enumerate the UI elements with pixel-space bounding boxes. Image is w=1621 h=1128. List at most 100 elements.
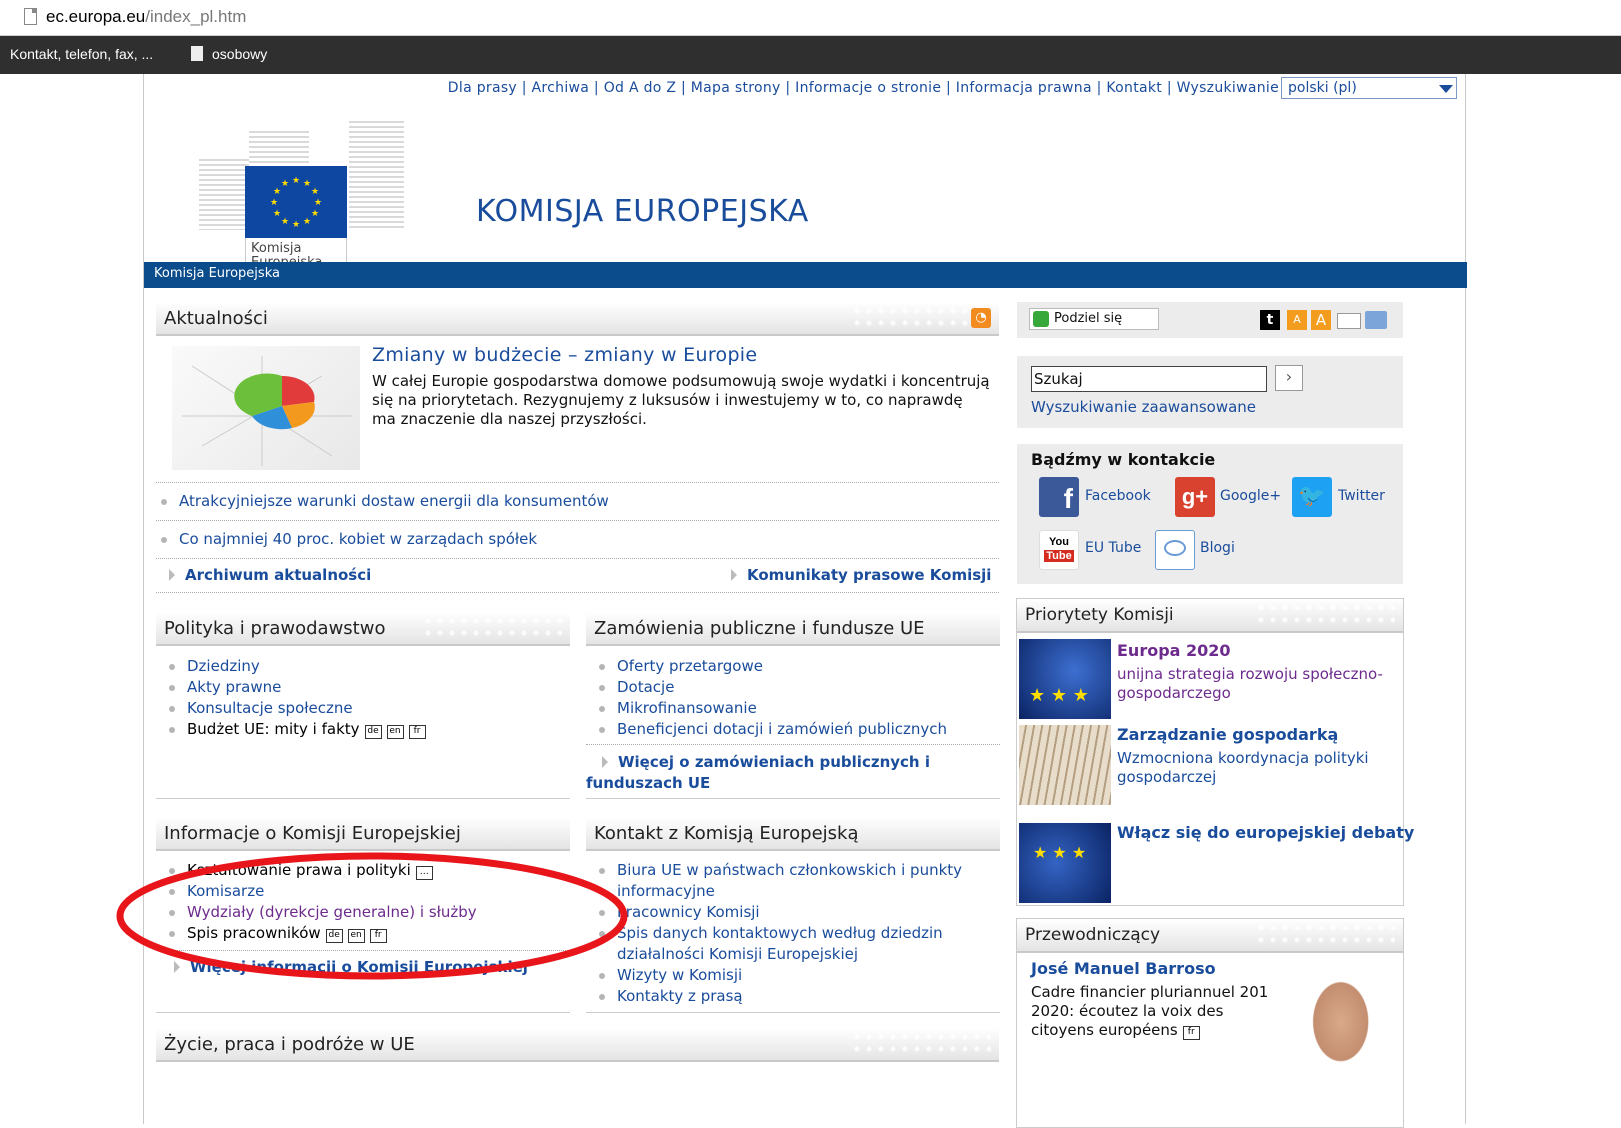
svg-text:★: ★ [273,209,281,219]
policy-item-consultations[interactable]: Konsultacje społeczne [164,698,564,719]
lang-fr-link[interactable]: fr [1182,1026,1200,1040]
site-title: KOMISJA EUROPEJSKA [476,194,809,229]
svg-text:★: ★ [292,220,300,230]
text-larger-icon[interactable]: A [1311,310,1331,330]
priority-image-economy[interactable] [1019,725,1111,805]
address-bar[interactable]: ec.europa.eu/index_pl.htm [0,0,1621,36]
contact-item-staff[interactable]: Pracownicy Komisji [594,902,994,923]
press-releases-link[interactable]: Komunikaty prasowe Komisji [731,566,991,584]
eu-tube-link[interactable]: EU Tube [1085,540,1141,556]
policy-item-legal-acts[interactable]: Akty prawne [164,677,564,698]
facebook-link[interactable]: Facebook [1085,488,1151,504]
email-icon[interactable] [1337,313,1361,329]
page-icon [24,8,37,25]
contact-item-offices[interactable]: Biura UE w państwach członkowskich i pun… [594,860,994,902]
priority-title[interactable]: Europa 2020 [1117,641,1231,660]
procurement-more-link[interactable]: Więcej o zamówieniach publicznych i fundu… [586,752,992,794]
chevron-down-icon [1439,85,1453,93]
contact-heading: Kontakt z Komisją Europejską [586,817,1000,851]
priority-title[interactable]: Zarządzanie gospodarką [1117,725,1338,744]
url-text[interactable]: ec.europa.eu/index_pl.htm [46,7,246,27]
google-plus-icon[interactable]: g+ [1175,477,1215,517]
nav-link-contact[interactable]: Kontakt [1106,80,1162,96]
contact-us-heading: Bądźmy w kontakcie [1031,450,1216,469]
svg-text:★: ★ [314,198,322,208]
pie-chart-image [182,356,352,466]
contact-item-press[interactable]: Kontakty z prasą [594,986,994,1007]
svg-text:★: ★ [303,217,311,227]
top-navigation: Dla prasy | Archiwa | Od A do Z | Mapa s… [144,74,1467,104]
feature-title[interactable]: Zmiany w budżecie – zmiany w Europie [372,344,757,366]
procurement-item-beneficiaries[interactable]: Beneficjenci dotacji i zamówień publiczn… [594,719,994,740]
priority-title[interactable]: Włącz się do europejskiej debaty [1117,823,1414,842]
procurement-item-microfinance[interactable]: Mikrofinansowanie [594,698,994,719]
nav-link-press[interactable]: Dla prasy [448,80,517,96]
procurement-heading: Zamówienia publiczne i fundusze UE [586,612,1000,646]
nav-link-a-to-z[interactable]: Od A do Z [604,80,677,96]
eu-stars-icon: ★ ★★★★★★★★★★★ [270,176,322,230]
svg-text:★: ★ [281,179,289,189]
procurement-item-grants[interactable]: Dotacje [594,677,994,698]
svg-text:★: ★ [273,187,281,197]
president-box: Przewodniczący José Manuel Barroso Cadre… [1016,918,1404,1128]
svg-text:★: ★ [311,209,319,219]
lang-fr-link[interactable]: fr [408,725,426,739]
priority-image-debate[interactable]: ★ ★ ★ [1019,823,1111,903]
tumblr-icon[interactable]: t [1260,310,1280,330]
share-button[interactable]: Podziel się [1029,308,1159,330]
news-archive-link[interactable]: Archiwum aktualności [169,566,371,584]
policy-item-fields[interactable]: Dziedziny [164,656,564,677]
search-box: Szukaj › Wyszukiwanie zaawansowane [1017,356,1403,428]
svg-text:★: ★ [281,217,289,227]
svg-text:★: ★ [303,179,311,189]
policy-heading: Polityka i prawodawstwo [156,612,570,646]
blogs-link[interactable]: Blogi [1200,540,1235,556]
nav-link-search[interactable]: Wyszukiwanie [1177,80,1279,96]
print-icon[interactable] [1365,311,1387,329]
news-item[interactable]: Atrakcyjniejsze warunki dostaw energii d… [156,491,999,512]
priority-text[interactable]: Wzmocniona koordynacja polityki gospodar… [1117,749,1397,787]
advanced-search-link[interactable]: Wyszukiwanie zaawansowane [1031,398,1256,416]
priority-image-europe2020[interactable]: ★ ★ ★ [1019,639,1111,719]
search-input[interactable]: Szukaj [1031,366,1267,392]
nav-link-archives[interactable]: Archiwa [532,80,590,96]
feature-image[interactable] [172,346,360,470]
svg-text:★: ★ [311,187,319,197]
feature-text: W całej Europie gospodarstwa domowe pods… [372,372,990,428]
contact-item-visits[interactable]: Wizyty w Komisji [594,965,994,986]
news-item[interactable]: Co najmniej 40 proc. kobiet w zarządach … [156,529,999,550]
search-submit-button[interactable]: › [1275,365,1303,391]
twitter-icon[interactable]: 🐦 [1292,477,1332,517]
bookmark-contact[interactable]: Kontakt, telefon, fax, ... [10,46,153,62]
language-select-value: polski (pl) [1288,80,1357,96]
priorities-box: Priorytety Komisji ★ ★ ★ Europa 2020 uni… [1016,598,1414,906]
policy-item-budget[interactable]: Budżet UE: mity i fakty de en fr [164,719,564,740]
contact-item-directory[interactable]: Spis danych kontaktowych według dziedzin… [594,923,994,965]
google-plus-link[interactable]: Google+ [1220,488,1281,504]
language-select[interactable]: polski (pl) [1281,77,1457,99]
rss-icon[interactable]: ◔ [971,308,991,328]
president-name[interactable]: José Manuel Barroso [1031,959,1216,978]
eu-flag-logo[interactable]: ★ ★ ★ ★ ★ ★ ★ ★ ★ ★ ★ ★ [245,166,347,238]
president-photo[interactable] [1267,965,1401,1127]
president-text[interactable]: Cadre financier pluriannuel 2014-2020: é… [1031,983,1291,1040]
priority-text[interactable]: unijna strategia rozwoju społeczno-gospo… [1117,665,1397,703]
breadcrumb[interactable]: Komisja Europejska [144,262,1467,288]
lang-en-link[interactable]: en [386,725,404,739]
text-smaller-icon[interactable]: A [1287,310,1307,330]
svg-text:★: ★ [270,198,278,208]
youtube-icon[interactable]: You Tube [1039,530,1079,570]
nav-link-sitemap[interactable]: Mapa strony [691,80,781,96]
bookmark-osobowy[interactable]: osobowy [212,46,267,62]
blog-icon[interactable] [1155,530,1195,570]
contact-us-box: Bądźmy w kontakcie f Facebook g+ Google+… [1017,444,1403,584]
lang-de-link[interactable]: de [364,725,382,739]
president-heading: Przewodniczący [1017,919,1403,953]
facebook-icon[interactable]: f [1039,477,1079,517]
nav-link-about-site[interactable]: Informacje o stronie [795,80,941,96]
page-icon [191,46,203,61]
twitter-link[interactable]: Twitter [1338,488,1385,504]
nav-link-legal-notice[interactable]: Informacja prawna [956,80,1092,96]
bookmarks-bar: Kontakt, telefon, fax, ... osobowy [0,36,1621,74]
procurement-item-tenders[interactable]: Oferty przetargowe [594,656,994,677]
